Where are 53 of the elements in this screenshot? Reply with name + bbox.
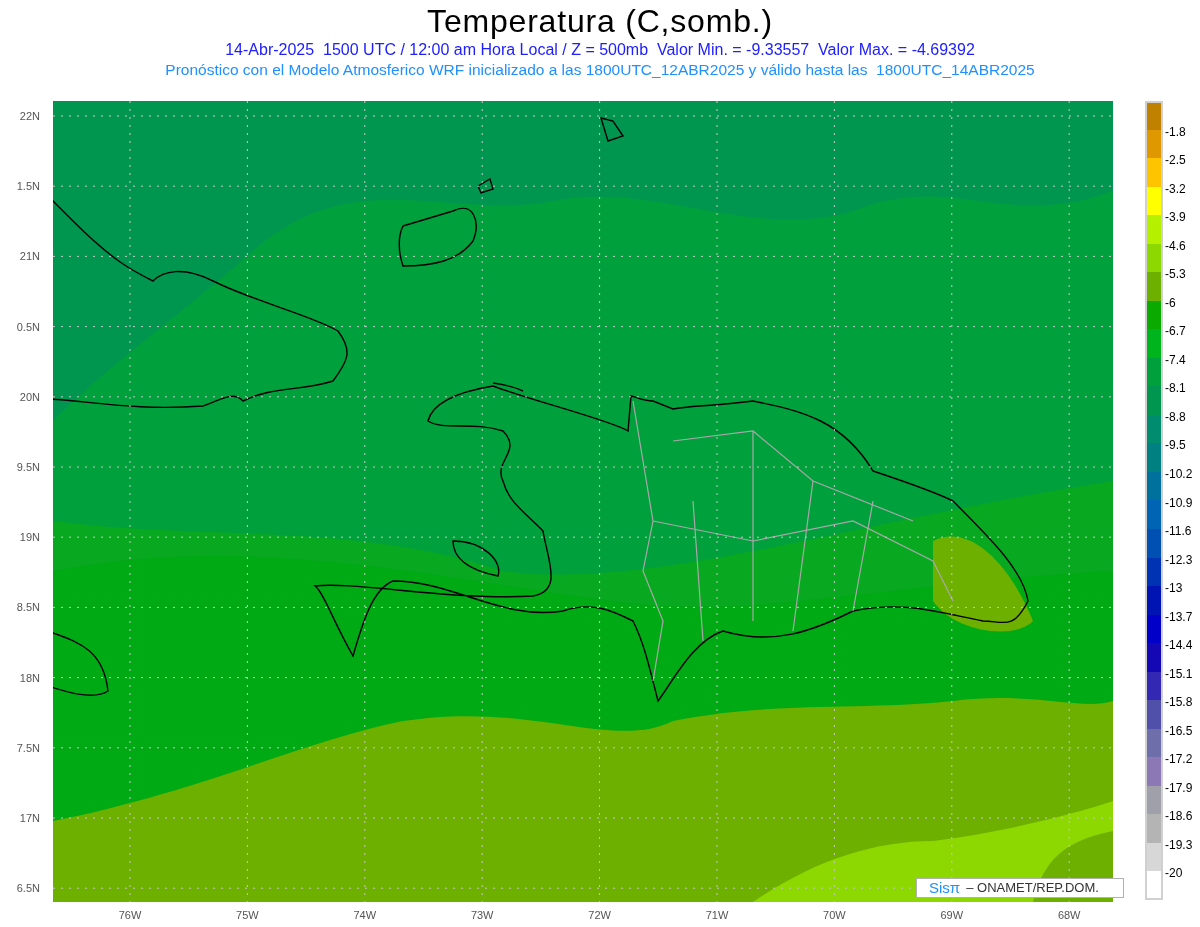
latitude-label: 20N (19, 390, 40, 403)
colorbar-label: -11.6 (1165, 524, 1192, 539)
colorbar-label: -17.2 (1165, 752, 1193, 767)
map-title: Temperatura (C,somb.) (427, 2, 773, 40)
longitude-label: 69W (939, 909, 965, 921)
latitude-label: 21N (19, 250, 40, 263)
colorbar-label: -7.4 (1165, 352, 1186, 367)
map-subtitle: 14-Abr-2025 1500 UTC / 12:00 am Hora Local / Z = 500mb Valor Min. = -9.33557 Valor Max. = -4.69392 (225, 40, 975, 60)
longitude-label: 70W (822, 909, 847, 921)
colorbar-label: -12.3 (1165, 552, 1193, 567)
latitude-label: 9.5N (16, 461, 40, 473)
longitude-label: 75W (235, 909, 260, 921)
colorbar-label: -17.9 (1165, 780, 1193, 795)
colorbar-label: -13 (1165, 581, 1183, 596)
colorbar-label: -3.2 (1165, 181, 1186, 196)
colorbar-label: -4.6 (1165, 238, 1186, 253)
colorbar-label: -6 (1165, 295, 1176, 310)
latitude-label: 8.5N (16, 601, 40, 614)
latitude-label: 0.5N (16, 320, 40, 333)
longitude-label: 73W (469, 909, 495, 921)
colorbar-label: -1.8 (1165, 124, 1186, 139)
colorbar-label: -14.4 (1165, 638, 1193, 653)
latitude-label: 1.5N (16, 180, 40, 193)
longitude-label: 71W (704, 909, 730, 921)
colorbar-label: -13.7 (1165, 609, 1193, 624)
colorbar-label: -5.3 (1165, 267, 1186, 282)
credit-text: – ONAMET/REP.DOM. (966, 879, 1099, 897)
latitude-label: 7.5N (16, 741, 40, 754)
colorbar-label: -18.6 (1165, 809, 1193, 824)
latitude-label: 19N (19, 531, 40, 544)
latitude-label: 18N (19, 671, 40, 684)
longitude-label: 68W (1056, 909, 1082, 921)
longitude-label: 72W (587, 909, 612, 921)
colorbar-label: -3.9 (1165, 210, 1186, 225)
model-note: Pronóstico con el Modelo Atmosferico WRF inicializado a las 1800UTC_12ABR2025 y válido hasta las 1800UTC_14ABR2025 (165, 60, 1035, 80)
colorbar-label: -2.5 (1165, 153, 1186, 168)
colorbar-label: -19.3 (1165, 837, 1193, 852)
logo-text: Sisπ (929, 879, 961, 897)
latitude-label: 22N (19, 110, 40, 122)
colorbar-label: -10.2 (1165, 466, 1193, 481)
colorbar-label: -10.9 (1165, 495, 1193, 510)
colorbar-label: -16.5 (1165, 723, 1193, 738)
latitude-label: 6.5N (16, 882, 40, 895)
colorbar-label: -20 (1165, 866, 1183, 881)
colorbar-label: -6.7 (1165, 324, 1186, 339)
colorbar-label: -8.8 (1165, 409, 1186, 424)
colorbar-label: -15.8 (1165, 695, 1193, 710)
colorbar-label: -9.5 (1165, 438, 1186, 453)
longitude-label: 76W (117, 909, 143, 921)
colorbar-label: -8.1 (1165, 381, 1186, 396)
colorbar-label: -15.1 (1165, 666, 1193, 681)
longitude-label: 74W (352, 909, 378, 921)
latitude-label: 17N (19, 812, 40, 824)
